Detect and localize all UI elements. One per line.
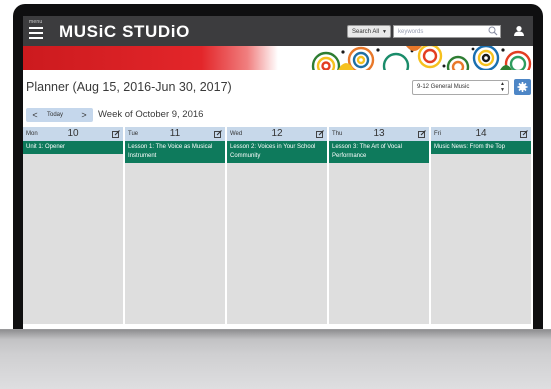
day-body[interactable]: [431, 141, 531, 324]
edit-icon[interactable]: [214, 130, 222, 138]
previous-week-button[interactable]: <: [29, 108, 41, 122]
lesson-event[interactable]: Lesson 2: Voices in Your School Communit…: [227, 141, 327, 163]
search-scope-select[interactable]: Search All ▼: [347, 25, 391, 38]
app-logo[interactable]: MUSiC STUDiO: [59, 22, 190, 42]
week-navigation: < Today >: [26, 108, 93, 122]
day-header: Tue 11: [125, 127, 225, 141]
day-number: 11: [169, 128, 181, 139]
top-bar: menu MUSiC STUDiO Search All ▼ keywords: [23, 16, 533, 46]
day-number: 12: [271, 128, 283, 139]
day-body[interactable]: [125, 141, 225, 324]
african-pattern-image: [278, 46, 533, 70]
day-column-tue: Tue 11 Lesson 1: The Voice as Musical In…: [125, 127, 225, 324]
day-column-mon: Mon 10 Unit 1: Opener: [23, 127, 123, 324]
day-body[interactable]: [329, 141, 429, 324]
edit-icon[interactable]: [316, 130, 324, 138]
day-number: 13: [373, 128, 385, 139]
lesson-event[interactable]: Lesson 1: The Voice as Musical Instrumen…: [125, 141, 225, 163]
day-header: Thu 13: [329, 127, 429, 141]
day-body[interactable]: [23, 141, 123, 324]
lesson-event[interactable]: Music News: From the Top: [431, 141, 531, 154]
day-column-thu: Thu 13 Lesson 3: The Art of Vocal Perfor…: [329, 127, 429, 324]
week-label: Week of October 9, 2016: [98, 109, 204, 120]
edit-icon[interactable]: [418, 130, 426, 138]
laptop-base: [0, 329, 551, 389]
day-column-wed: Wed 12 Lesson 2: Voices in Your School C…: [227, 127, 327, 324]
menu-button[interactable]: menu: [27, 19, 49, 43]
gear-icon: [517, 82, 528, 92]
day-column-fri: Fri 14 Music News: From the Top: [431, 127, 531, 324]
day-number: 10: [67, 128, 79, 139]
app-screen: menu MUSiC STUDiO Search All ▼ keywords: [23, 16, 533, 329]
chevron-down-icon: ▼: [382, 29, 387, 35]
day-header: Fri 14: [431, 127, 531, 141]
page-title: Planner (Aug 15, 2016-Jun 30, 2017): [26, 80, 232, 94]
updown-arrows-icon: ▲ ▼: [500, 81, 505, 93]
settings-button[interactable]: [514, 79, 531, 95]
week-calendar: Mon 10 Unit 1: Opener Tue 11 Lesson 1: T…: [23, 127, 533, 324]
course-select-value: 9-12 General Music: [417, 84, 470, 90]
course-select[interactable]: 9-12 General Music ▲ ▼: [412, 80, 509, 95]
day-header: Mon 10: [23, 127, 123, 141]
day-header: Wed 12: [227, 127, 327, 141]
day-body[interactable]: [227, 141, 327, 324]
chevron-right-icon: >: [81, 110, 87, 120]
search-scope-label: Search All: [352, 29, 380, 35]
edit-icon[interactable]: [112, 130, 120, 138]
search-input[interactable]: keywords: [393, 25, 501, 38]
menu-label: menu: [29, 19, 43, 25]
lesson-event[interactable]: Lesson 3: The Art of Vocal Performance: [329, 141, 429, 163]
chevron-left-icon: <: [32, 110, 38, 120]
user-icon[interactable]: [513, 25, 525, 37]
lesson-event[interactable]: Unit 1: Opener: [23, 141, 123, 154]
today-button[interactable]: Today: [47, 108, 63, 122]
edit-icon[interactable]: [520, 130, 528, 138]
decorative-banner: [23, 46, 533, 70]
next-week-button[interactable]: >: [78, 108, 90, 122]
search-placeholder: keywords: [398, 29, 424, 35]
banner-red-stripe: [23, 46, 278, 70]
day-number: 14: [475, 128, 487, 139]
search-icon[interactable]: [488, 26, 498, 36]
